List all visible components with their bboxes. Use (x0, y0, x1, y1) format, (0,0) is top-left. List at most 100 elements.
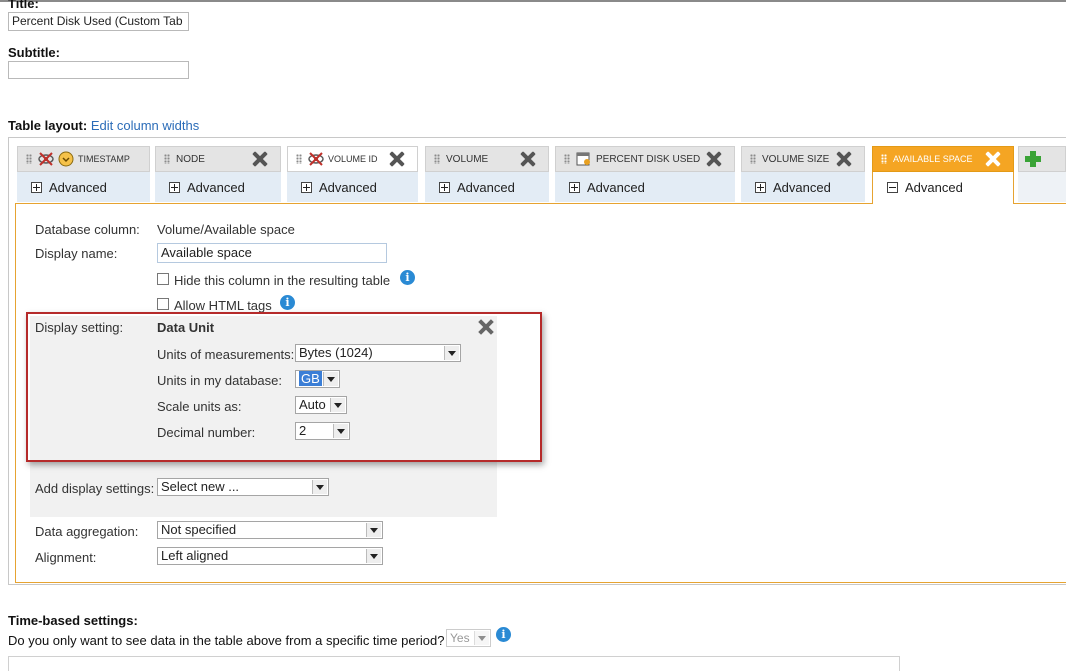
column-tab-header[interactable]: NODE (155, 146, 281, 172)
info-icon[interactable]: i (280, 295, 295, 310)
allow-html-checkbox[interactable] (157, 298, 169, 310)
advanced-toggle-active[interactable]: Advanced (872, 172, 1014, 203)
panel-top-border-right (1014, 203, 1066, 204)
title-label: Title: (8, 0, 39, 11)
aggregation-label: Data aggregation: (35, 524, 139, 539)
advanced-toggle[interactable]: Advanced (155, 172, 281, 202)
panel-top-border-left (15, 203, 872, 204)
advanced-toggle[interactable]: Advanced (555, 172, 735, 202)
clock-icon (58, 151, 74, 167)
table-layout-label: Table layout: (8, 118, 88, 133)
display-name-input[interactable]: Available space (157, 243, 387, 263)
advanced-label[interactable]: Advanced (187, 180, 245, 195)
allow-html-label: Allow HTML tags (174, 298, 272, 313)
database-column-label: Database column: (35, 222, 140, 237)
column-tab-header[interactable]: VOLUME SIZE (741, 146, 865, 172)
remove-column-icon[interactable] (387, 150, 405, 168)
info-icon[interactable]: i (496, 627, 511, 642)
hide-column-label: Hide this column in the resulting table (174, 273, 391, 288)
advanced-label[interactable]: Advanced (905, 180, 963, 195)
chevron-down-icon[interactable] (312, 480, 327, 494)
title-input[interactable]: Percent Disk Used (Custom Tab (8, 12, 189, 31)
advanced-toggle[interactable]: Advanced (741, 172, 865, 202)
column-tab-node[interactable]: NODE (155, 146, 281, 172)
drag-handle-icon[interactable] (434, 154, 440, 164)
column-name: VOLUME ID (328, 154, 378, 164)
advanced-label[interactable]: Advanced (49, 180, 107, 195)
advanced-label[interactable]: Advanced (457, 180, 515, 195)
column-tab-percent-disk-used[interactable]: PERCENT DISK USED (555, 146, 735, 172)
drag-handle-icon[interactable] (881, 154, 887, 164)
time-settings-label: Time-based settings: (8, 613, 138, 628)
calendar-icon (576, 152, 590, 166)
expand-icon[interactable] (569, 181, 580, 193)
hidden-eye-icon[interactable] (38, 152, 54, 166)
top-border (0, 0, 1066, 2)
drag-handle-icon[interactable] (750, 154, 756, 164)
column-tab-header[interactable]: PERCENT DISK USED (555, 146, 735, 172)
chevron-down-icon[interactable] (366, 523, 381, 537)
expand-icon[interactable] (301, 181, 312, 193)
time-settings-box (8, 656, 900, 671)
hide-column-checkbox[interactable] (157, 273, 169, 285)
advanced-toggle[interactable]: Advanced (287, 172, 418, 202)
column-tab-volume-size[interactable]: VOLUME SIZE (741, 146, 865, 172)
subtitle-input[interactable] (8, 61, 189, 79)
column-name: VOLUME SIZE (762, 153, 830, 165)
hidden-eye-icon[interactable] (308, 152, 324, 166)
drag-handle-icon[interactable] (26, 154, 32, 164)
alignment-value: Left aligned (161, 548, 229, 563)
column-tab-volume-id[interactable]: VOLUME ID (287, 146, 418, 172)
drag-handle-icon[interactable] (296, 154, 302, 164)
remove-column-icon[interactable] (983, 150, 1001, 168)
advanced-label[interactable]: Advanced (587, 180, 645, 195)
display-name-label: Display name: (35, 246, 118, 261)
panel-tab-gap (873, 202, 1013, 204)
remove-column-icon[interactable] (518, 150, 536, 168)
add-column-body (1018, 172, 1066, 202)
column-name: TIMESTAMP (78, 154, 130, 164)
column-name: VOLUME (446, 153, 489, 165)
green-plus-icon[interactable] (1024, 150, 1042, 168)
add-display-select[interactable]: Select new ... (157, 478, 329, 496)
column-tab-header[interactable]: VOLUME ID (287, 146, 418, 172)
column-tab-header[interactable]: TIMESTAMP (17, 146, 150, 172)
column-name: AVAILABLE SPACE (893, 154, 973, 164)
expand-icon[interactable] (755, 181, 766, 193)
add-display-value: Select new ... (161, 479, 240, 494)
advanced-label[interactable]: Advanced (319, 180, 377, 195)
chevron-down-icon[interactable] (366, 549, 381, 563)
time-settings-question: Do you only want to see data in the tabl… (8, 633, 445, 648)
column-name: NODE (176, 153, 205, 165)
expand-icon[interactable] (439, 181, 450, 193)
time-period-value: Yes (450, 631, 470, 645)
column-name: PERCENT DISK USED (596, 153, 701, 165)
drag-handle-icon[interactable] (164, 154, 170, 164)
aggregation-select[interactable]: Not specified (157, 521, 383, 539)
edit-column-widths-link[interactable]: Edit column widths (91, 118, 199, 133)
alignment-select[interactable]: Left aligned (157, 547, 383, 565)
column-tab-timestamp[interactable]: TIMESTAMP (17, 146, 150, 172)
column-tab-header[interactable]: VOLUME (425, 146, 549, 172)
add-column-button[interactable] (1018, 146, 1066, 172)
subtitle-label: Subtitle: (8, 45, 60, 60)
chevron-down-icon[interactable] (474, 631, 489, 645)
remove-column-icon[interactable] (250, 150, 268, 168)
remove-column-icon[interactable] (834, 150, 852, 168)
column-tab-available-space[interactable]: AVAILABLE SPACE (872, 146, 1014, 172)
database-column-value: Volume/Available space (157, 222, 295, 237)
advanced-toggle[interactable]: Advanced (17, 172, 150, 202)
info-icon[interactable]: i (400, 270, 415, 285)
time-period-select[interactable]: Yes (446, 629, 491, 647)
column-tab-volume[interactable]: VOLUME (425, 146, 549, 172)
highlight-box (26, 312, 542, 462)
advanced-label[interactable]: Advanced (773, 180, 831, 195)
advanced-toggle[interactable]: Advanced (425, 172, 549, 202)
expand-icon[interactable] (31, 181, 42, 193)
expand-icon[interactable] (169, 181, 180, 193)
drag-handle-icon[interactable] (564, 154, 570, 164)
add-display-label: Add display settings: (35, 481, 155, 496)
collapse-icon[interactable] (887, 182, 898, 193)
remove-column-icon[interactable] (704, 150, 722, 168)
column-tab-header[interactable]: AVAILABLE SPACE (872, 146, 1014, 172)
